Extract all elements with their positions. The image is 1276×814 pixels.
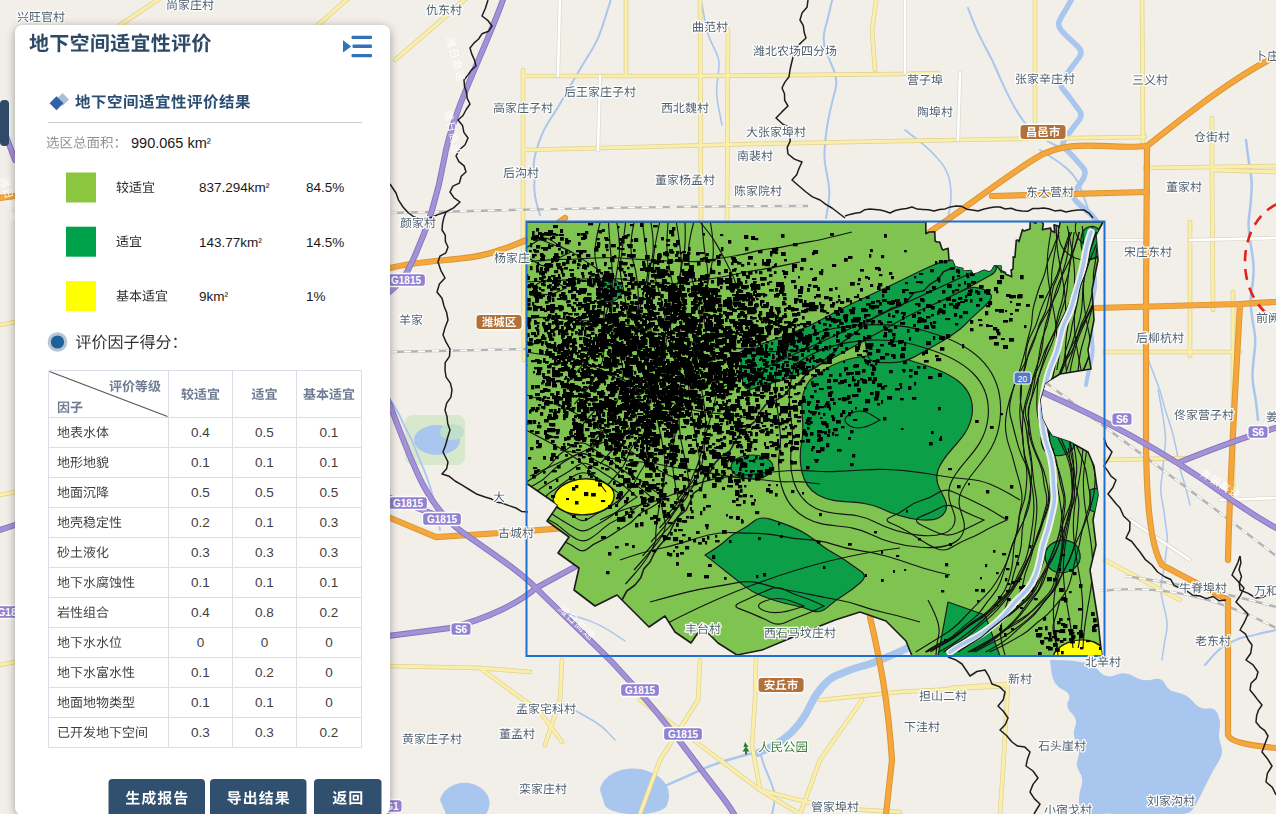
svg-text:S6: S6	[1252, 427, 1265, 438]
svg-text:0.1: 0.1	[255, 455, 274, 470]
svg-text:G1815: G1815	[625, 685, 655, 696]
svg-text:0.2: 0.2	[191, 515, 210, 530]
svg-text:0.4: 0.4	[191, 605, 210, 620]
svg-text:S6: S6	[455, 624, 468, 635]
svg-text:0.1: 0.1	[255, 575, 274, 590]
svg-text:0.5: 0.5	[320, 485, 339, 500]
svg-text:0.4: 0.4	[191, 425, 210, 440]
svg-text:0.1: 0.1	[191, 695, 210, 710]
svg-text:0.8: 0.8	[255, 605, 274, 620]
svg-text:0: 0	[325, 695, 333, 710]
svg-text:0: 0	[197, 635, 205, 650]
svg-text:0.1: 0.1	[320, 575, 339, 590]
svg-text:990.065 km²: 990.065 km²	[131, 135, 211, 151]
svg-text:G18: G18	[0, 607, 17, 618]
svg-text:837.294km²: 837.294km²	[199, 180, 270, 195]
svg-text:0.3: 0.3	[191, 725, 210, 740]
svg-text:1%: 1%	[306, 289, 326, 304]
svg-text:0: 0	[325, 665, 333, 680]
svg-text:G1815: G1815	[668, 729, 698, 740]
svg-text:0: 0	[261, 635, 269, 650]
svg-text:143.77km²: 143.77km²	[199, 235, 262, 250]
svg-text:0.1: 0.1	[255, 695, 274, 710]
svg-text:0.1: 0.1	[320, 425, 339, 440]
svg-text:0.2: 0.2	[320, 605, 339, 620]
svg-text:0.1: 0.1	[191, 575, 210, 590]
svg-text:20: 20	[1018, 374, 1028, 384]
svg-text:0.3: 0.3	[320, 515, 339, 530]
svg-text:0.1: 0.1	[320, 455, 339, 470]
svg-text:G1815: G1815	[427, 514, 457, 525]
svg-text:0.3: 0.3	[255, 725, 274, 740]
svg-text:0.3: 0.3	[191, 545, 210, 560]
svg-text:0.1: 0.1	[191, 455, 210, 470]
svg-text:S6: S6	[1116, 414, 1129, 425]
svg-text:0.2: 0.2	[320, 725, 339, 740]
svg-text:84.5%: 84.5%	[306, 180, 344, 195]
svg-text:9km²: 9km²	[199, 289, 229, 304]
svg-text:0.1: 0.1	[191, 665, 210, 680]
svg-text:0.5: 0.5	[255, 425, 274, 440]
svg-text:0.3: 0.3	[255, 545, 274, 560]
svg-text:0: 0	[325, 635, 333, 650]
svg-text:0.5: 0.5	[191, 485, 210, 500]
svg-text:0.5: 0.5	[255, 485, 274, 500]
svg-text:G1815: G1815	[393, 498, 423, 509]
svg-text:0.2: 0.2	[255, 665, 274, 680]
svg-text:0.3: 0.3	[320, 545, 339, 560]
svg-text:0.1: 0.1	[255, 515, 274, 530]
svg-text:14.5%: 14.5%	[306, 235, 344, 250]
svg-text:G1815: G1815	[391, 275, 421, 286]
